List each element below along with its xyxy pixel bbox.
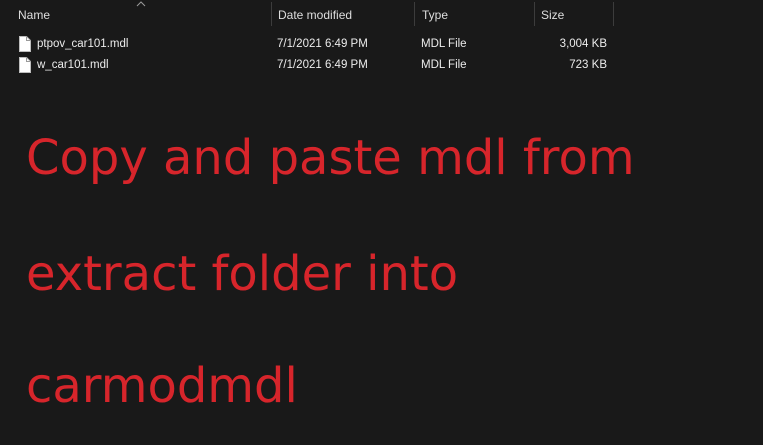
column-header-name-label: Name	[18, 8, 51, 22]
file-name: w_car101.mdl	[37, 59, 109, 71]
column-header-size[interactable]: Size	[535, 0, 613, 28]
file-icon	[19, 36, 31, 52]
file-date-modified: 7/1/2021 6:49 PM	[277, 59, 368, 71]
overlay-instruction-line-1: Copy and paste mdl from	[26, 130, 635, 186]
file-name: ptpov_car101.mdl	[37, 38, 129, 50]
file-type: MDL File	[421, 59, 467, 71]
column-header-type[interactable]: Type	[416, 0, 534, 28]
file-row[interactable]: w_car101.mdl 7/1/2021 6:49 PM MDL File 7…	[0, 55, 763, 75]
chevron-up-icon	[136, 1, 146, 7]
overlay-instruction-line-3: carmodmdl	[26, 358, 298, 414]
column-header-type-label: Type	[422, 8, 449, 22]
file-size: 3,004 KB	[559, 38, 607, 50]
file-size: 723 KB	[569, 59, 607, 71]
column-header-date-modified-label: Date modified	[278, 8, 353, 22]
column-divider[interactable]	[613, 2, 614, 26]
column-divider[interactable]	[414, 2, 415, 26]
overlay-instruction-line-2: extract folder into	[26, 246, 459, 302]
file-explorer: Name Date modified Type Size ptpov_car10…	[0, 0, 763, 445]
column-header-date-modified[interactable]: Date modified	[272, 0, 414, 28]
file-row[interactable]: ptpov_car101.mdl 7/1/2021 6:49 PM MDL Fi…	[0, 34, 763, 54]
file-date-modified: 7/1/2021 6:49 PM	[277, 38, 368, 50]
column-header-size-label: Size	[541, 8, 565, 22]
file-icon	[19, 57, 31, 73]
file-type: MDL File	[421, 38, 467, 50]
column-header-row: Name Date modified Type Size	[0, 0, 763, 28]
